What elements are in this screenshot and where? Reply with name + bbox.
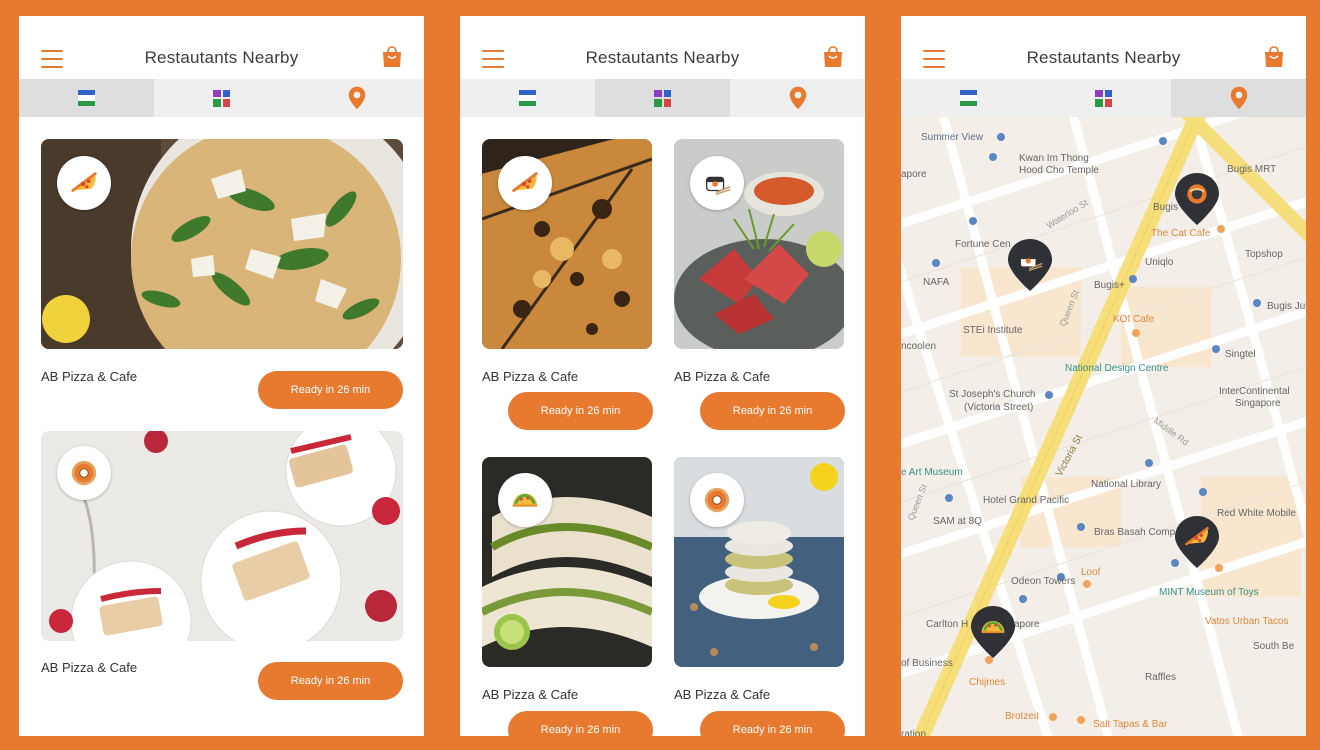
- map-label: Carlton H: [926, 619, 968, 630]
- page-title: Restautants Nearby: [144, 48, 299, 67]
- grid-screen: Restautants Nearby AB Pizza & Cafe Ready…: [460, 16, 865, 736]
- restaurant-name: AB Pizza & Cafe: [674, 687, 771, 702]
- view-tabs: [901, 79, 1306, 117]
- list-icon: [78, 89, 95, 107]
- map-pin-icon: [348, 86, 366, 110]
- list-icon: [519, 89, 536, 107]
- tab-grid-view[interactable]: [154, 79, 289, 117]
- ready-time-button[interactable]: Ready in 26 min: [258, 371, 403, 409]
- map-label: Fortune Cen: [955, 239, 1011, 250]
- tab-list-view[interactable]: [901, 79, 1036, 117]
- street-map[interactable]: Summer View Kwan Im Thong Hood Cho Templ…: [901, 117, 1306, 736]
- tab-map-view[interactable]: [730, 79, 865, 117]
- map-pin-icon: [789, 86, 807, 110]
- shopping-bag-icon[interactable]: [823, 46, 843, 68]
- food-category-badge: [57, 156, 111, 210]
- food-category-badge: [498, 156, 552, 210]
- sushi-icon: [702, 168, 732, 198]
- restaurant-name: AB Pizza & Cafe: [482, 369, 579, 384]
- grid-icon: [1095, 89, 1112, 107]
- page-title: Restautants Nearby: [1026, 48, 1181, 67]
- map-label: National Library: [1091, 479, 1161, 490]
- tab-map-view[interactable]: [1171, 79, 1306, 117]
- map-label: (Victoria Street): [964, 402, 1033, 413]
- restaurant-name: AB Pizza & Cafe: [482, 687, 579, 702]
- app-header: Restautants Nearby: [901, 16, 1306, 79]
- map-label: Hotel Grand Pacific: [983, 495, 1069, 506]
- taco-icon: [510, 485, 540, 515]
- food-category-badge: [57, 446, 111, 500]
- grid-icon: [213, 89, 230, 107]
- map-label: Chijmes: [969, 677, 1005, 688]
- ready-time-button[interactable]: Ready in 26 min: [700, 711, 845, 736]
- map-label: Bugis Jun: [1267, 301, 1306, 312]
- map-screen: Restautants Nearby Summer View Kwan Im T…: [901, 16, 1306, 736]
- ready-time-button[interactable]: Ready in 26 min: [258, 662, 403, 700]
- map-label: InterContinental: [1219, 386, 1290, 397]
- tab-list-view[interactable]: [460, 79, 595, 117]
- tab-list-view[interactable]: [19, 79, 154, 117]
- map-label: South Be: [1253, 641, 1295, 652]
- restaurant-name: AB Pizza & Cafe: [674, 369, 771, 384]
- ready-time-button[interactable]: Ready in 26 min: [508, 711, 653, 736]
- map-label: Bugis MRT: [1227, 164, 1276, 175]
- pizza-icon: [510, 168, 540, 198]
- map-label: Loof: [1081, 567, 1101, 578]
- list-icon: [960, 89, 977, 107]
- shopping-bag-icon[interactable]: [1264, 46, 1284, 68]
- map-label: Bras Basah Comp: [1094, 527, 1176, 538]
- map-label: NAFA: [923, 277, 949, 288]
- map-label: Vatos Urban Tacos: [1205, 616, 1289, 627]
- map-label: St Joseph's Church: [949, 389, 1035, 400]
- map-label: Singapore: [1235, 398, 1281, 409]
- map-view[interactable]: Summer View Kwan Im Thong Hood Cho Templ…: [901, 117, 1306, 736]
- map-label: e Art Museum: [901, 467, 963, 478]
- ready-time-button[interactable]: Ready in 26 min: [508, 392, 653, 430]
- restaurant-name: AB Pizza & Cafe: [41, 660, 138, 675]
- view-tabs: [19, 79, 424, 117]
- map-label: Hood Cho Temple: [1019, 165, 1099, 176]
- food-category-badge: [498, 473, 552, 527]
- map-label: Bugis+: [1094, 280, 1125, 291]
- app-header: Restautants Nearby: [460, 16, 865, 79]
- donut-icon: [702, 485, 732, 515]
- grid-icon: [654, 89, 671, 107]
- shopping-bag-icon[interactable]: [382, 46, 402, 68]
- tab-map-view[interactable]: [289, 79, 424, 117]
- map-label: The Cat Cafe: [1151, 228, 1211, 239]
- app-header: Restautants Nearby: [19, 16, 424, 79]
- page-title: Restautants Nearby: [585, 48, 740, 67]
- food-category-badge: [690, 473, 744, 527]
- map-label: Raffles: [1145, 672, 1176, 683]
- map-label: Brotzeit: [1005, 711, 1039, 722]
- food-category-badge: [690, 156, 744, 210]
- map-label: Uniqlo: [1145, 257, 1174, 268]
- list-screen: Restautants Nearby AB Pizza & Cafe Ready…: [19, 16, 424, 736]
- map-label: apore: [1014, 619, 1040, 630]
- map-label: apore: [901, 169, 927, 180]
- map-label: Singtel: [1225, 349, 1256, 360]
- map-label: SAM at 8Q: [933, 516, 982, 527]
- map-label: KOI Cafe: [1113, 314, 1155, 325]
- ready-time-button[interactable]: Ready in 26 min: [700, 392, 845, 430]
- map-label: ncoolen: [901, 341, 936, 352]
- map-label: ration: [901, 729, 926, 736]
- tab-grid-view[interactable]: [595, 79, 730, 117]
- map-label: Red White Mobile: [1217, 508, 1296, 519]
- map-label: Summer View: [921, 132, 984, 143]
- map-label: National Design Centre: [1065, 363, 1169, 374]
- map-label: STEi Institute: [963, 325, 1023, 336]
- pizza-icon: [69, 168, 99, 198]
- restaurant-name: AB Pizza & Cafe: [41, 369, 138, 384]
- map-label: Topshop: [1245, 249, 1283, 260]
- map-label: MINT Museum of Toys: [1159, 587, 1259, 598]
- map-label: Odeon Towers: [1011, 576, 1075, 587]
- tab-grid-view[interactable]: [1036, 79, 1171, 117]
- map-label: Salt Tapas & Bar: [1093, 719, 1168, 730]
- map-label: of Business: [901, 658, 953, 669]
- map-label: Kwan Im Thong: [1019, 153, 1089, 164]
- view-tabs: [460, 79, 865, 117]
- donut-icon: [69, 458, 99, 488]
- map-pin-icon: [1230, 86, 1248, 110]
